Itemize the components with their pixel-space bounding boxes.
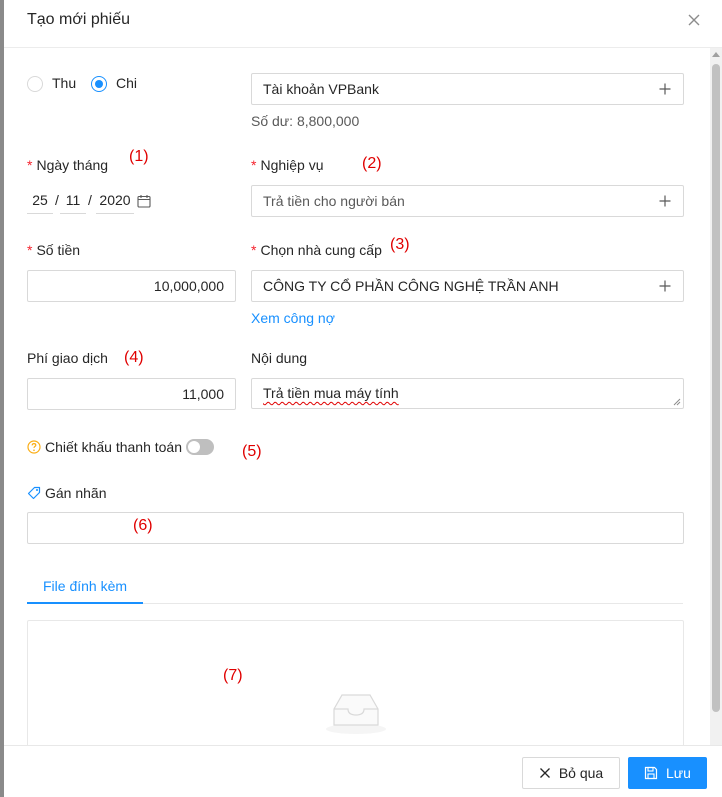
date-separator-2: / bbox=[88, 192, 92, 208]
cancel-button[interactable]: Bỏ qua bbox=[522, 757, 620, 789]
tags-label: Gán nhãn bbox=[45, 485, 107, 501]
modal-scrollbar[interactable] bbox=[710, 48, 722, 745]
empty-inbox-icon bbox=[326, 694, 386, 734]
content-textarea-value: Trả tiền mua máy tính bbox=[263, 385, 399, 401]
content-label: Nội dung bbox=[251, 350, 308, 366]
radio-thu[interactable] bbox=[27, 76, 43, 92]
modal-footer: Bỏ qua Lưu bbox=[4, 745, 722, 797]
date-month[interactable]: 11 bbox=[60, 190, 86, 214]
required-mark: * bbox=[27, 242, 33, 258]
operation-select[interactable]: Trả tiền cho người bán bbox=[251, 185, 684, 217]
date-label-text: Ngày tháng bbox=[36, 157, 109, 173]
annotation-2: (2) bbox=[362, 155, 382, 172]
radio-chi[interactable] bbox=[91, 76, 107, 92]
resize-handle-icon[interactable] bbox=[673, 398, 681, 406]
supplier-label: * Chọn nhà cung cấp bbox=[251, 242, 382, 258]
content-textarea[interactable]: Trả tiền mua máy tính bbox=[251, 378, 684, 409]
operation-label-text: Nghiệp vụ bbox=[260, 157, 324, 173]
view-debt-link[interactable]: Xem công nợ bbox=[251, 310, 335, 326]
plus-icon[interactable] bbox=[659, 83, 671, 95]
supplier-select[interactable]: CÔNG TY CỔ PHẦN CÔNG NGHỆ TRẦN ANH bbox=[251, 270, 684, 302]
tag-icon bbox=[27, 486, 41, 500]
tab-attachments[interactable]: File đính kèm bbox=[43, 578, 127, 594]
create-voucher-modal: Tạo mới phiếu Thu Chi Tài khoản VPBank S… bbox=[4, 0, 722, 797]
scroll-thumb[interactable] bbox=[712, 64, 720, 712]
annotation-1: (1) bbox=[129, 148, 149, 165]
radio-chi-label: Chi bbox=[116, 75, 138, 91]
question-circle-icon[interactable] bbox=[27, 440, 41, 454]
account-select[interactable]: Tài khoản VPBank bbox=[251, 73, 684, 105]
save-icon bbox=[644, 766, 658, 780]
tags-input[interactable] bbox=[27, 512, 684, 544]
save-button[interactable]: Lưu bbox=[628, 757, 707, 789]
amount-input-value: 10,000,000 bbox=[153, 278, 224, 294]
plus-icon[interactable] bbox=[659, 280, 671, 292]
date-label: * Ngày tháng bbox=[27, 157, 108, 173]
discount-toggle[interactable] bbox=[186, 439, 214, 455]
required-mark: * bbox=[251, 157, 257, 173]
close-icon bbox=[539, 768, 550, 778]
account-select-value: Tài khoản VPBank bbox=[263, 81, 379, 97]
required-mark: * bbox=[251, 242, 257, 258]
fee-label: Phí giao dịch bbox=[27, 350, 108, 366]
operation-select-value: Trả tiền cho người bán bbox=[263, 193, 405, 209]
date-day[interactable]: 25 bbox=[27, 190, 53, 214]
modal-title: Tạo mới phiếu bbox=[27, 11, 130, 28]
modal-header: Tạo mới phiếu bbox=[4, 0, 722, 48]
required-mark: * bbox=[27, 157, 33, 173]
close-icon[interactable] bbox=[686, 12, 702, 28]
supplier-label-text: Chọn nhà cung cấp bbox=[260, 242, 382, 258]
annotation-7: (7) bbox=[223, 667, 243, 684]
date-year[interactable]: 2020 bbox=[96, 190, 134, 214]
annotation-4: (4) bbox=[124, 349, 144, 366]
fee-input-value: 11,000 bbox=[182, 386, 224, 402]
save-button-label: Lưu bbox=[666, 765, 691, 781]
amount-label-text: Số tiền bbox=[36, 242, 81, 258]
fee-input[interactable]: 11,000 bbox=[27, 378, 236, 410]
scroll-up-arrow-icon[interactable] bbox=[712, 52, 720, 57]
annotation-5: (5) bbox=[242, 443, 262, 460]
amount-label: * Số tiền bbox=[27, 242, 80, 258]
attachment-dropzone[interactable]: (7) bbox=[27, 620, 684, 760]
supplier-select-value: CÔNG TY CỔ PHẦN CÔNG NGHỆ TRẦN ANH bbox=[263, 278, 559, 294]
date-separator-1: / bbox=[55, 192, 59, 208]
discount-label: Chiết khấu thanh toán bbox=[45, 439, 182, 455]
annotation-3: (3) bbox=[390, 236, 410, 253]
cancel-button-label: Bỏ qua bbox=[558, 765, 604, 781]
annotation-6: (6) bbox=[133, 517, 153, 534]
operation-label: * Nghiệp vụ bbox=[251, 157, 324, 173]
account-balance: Số dư: 8,800,000 bbox=[251, 113, 360, 129]
calendar-icon[interactable] bbox=[137, 194, 151, 208]
amount-input[interactable]: 10,000,000 bbox=[27, 270, 236, 302]
tab-active-indicator bbox=[27, 602, 143, 604]
radio-thu-label: Thu bbox=[52, 75, 77, 91]
plus-icon[interactable] bbox=[659, 195, 671, 207]
